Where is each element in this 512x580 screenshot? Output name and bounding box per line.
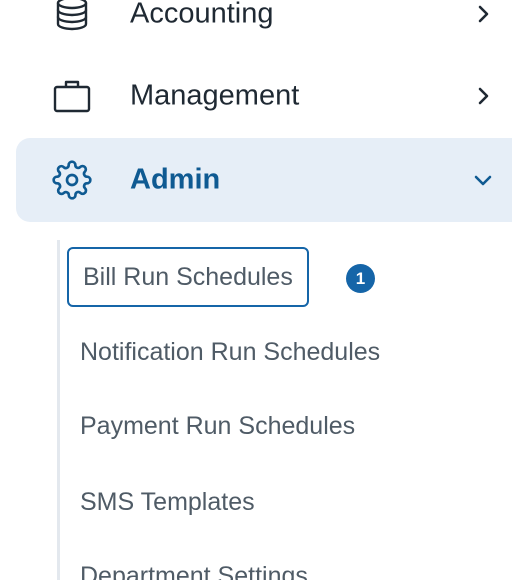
sidebar-nav: Accounting Management Admin Bill Run Sch… [0, 0, 512, 580]
submenu-item-payment-run-schedules[interactable]: Payment Run Schedules [80, 412, 355, 441]
submenu-item-label: Bill Run Schedules [83, 262, 293, 291]
gear-icon [52, 160, 92, 200]
submenu-item-department-settings[interactable]: Department Settings [80, 562, 308, 580]
submenu-item-label: Payment Run Schedules [80, 412, 356, 440]
nav-item-accounting[interactable]: Accounting [16, 0, 512, 56]
submenu-item-label: Department Settings [80, 562, 308, 580]
database-icon [52, 0, 92, 34]
nav-item-label: Admin [130, 163, 221, 196]
count-badge: 1 [346, 264, 375, 293]
chevron-right-icon [470, 1, 496, 27]
nav-item-label: Accounting [130, 0, 274, 30]
submenu-item-sms-templates[interactable]: SMS Templates [80, 488, 255, 517]
submenu-item-bill-run-schedules[interactable]: Bill Run Schedules [67, 247, 309, 307]
nav-item-admin[interactable]: Admin [16, 138, 512, 222]
submenu-item-label: SMS Templates [80, 488, 255, 516]
submenu-item-label: Notification Run Schedules [80, 338, 381, 366]
nav-item-label: Management [130, 79, 300, 112]
nav-item-management[interactable]: Management [16, 54, 512, 138]
briefcase-icon [52, 76, 92, 116]
submenu-item-notification-run-schedules[interactable]: Notification Run Schedules [80, 338, 380, 367]
chevron-down-icon [470, 167, 496, 193]
chevron-right-icon [470, 83, 496, 109]
admin-submenu: Bill Run Schedules Notification Run Sche… [57, 240, 512, 580]
